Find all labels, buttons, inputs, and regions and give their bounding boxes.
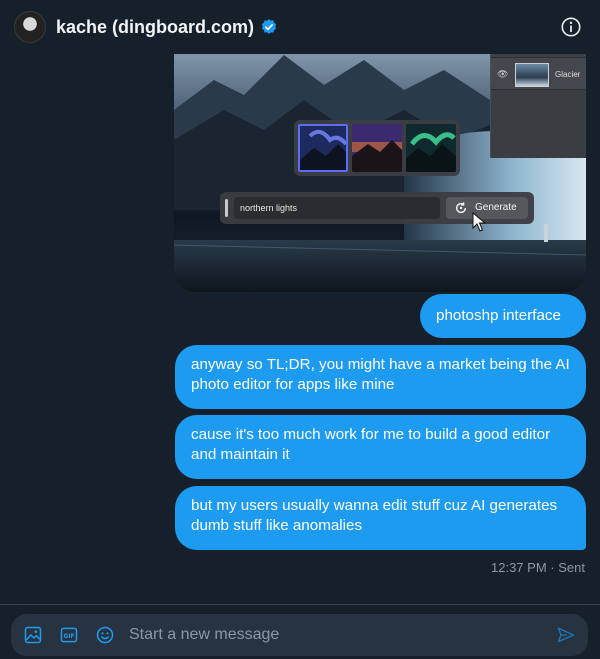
message-input[interactable]	[129, 614, 529, 656]
avatar[interactable]	[14, 11, 46, 43]
variation-thumbnail[interactable]	[406, 124, 456, 172]
variation-thumbnail[interactable]	[352, 124, 402, 172]
emoji-icon[interactable]	[95, 625, 115, 645]
verified-badge-icon	[261, 19, 277, 34]
message-bubble[interactable]: but my users usually wanna edit stuff cu…	[175, 486, 586, 550]
send-icon[interactable]	[556, 625, 576, 645]
layer-thumbnail	[515, 63, 549, 87]
message-bubble[interactable]: anyway so TL;DR, you might have a market…	[175, 345, 586, 409]
variation-thumbnail[interactable]	[298, 124, 348, 172]
layer-row-glacier[interactable]: 👁 Glacier	[491, 58, 586, 90]
layer-label: Glacier	[555, 70, 581, 79]
media-icon[interactable]	[23, 625, 43, 645]
message-bubble[interactable]: photoshp interface	[420, 294, 586, 338]
separator: ·	[550, 560, 555, 575]
prompt-input[interactable]: northern lights	[234, 197, 440, 219]
message-status: 12:37 PM · Sent	[491, 560, 585, 575]
generate-icon	[455, 202, 467, 214]
gif-icon[interactable]: GIF	[59, 625, 79, 645]
info-icon[interactable]	[560, 16, 582, 38]
image-message[interactable]: 👁 Glacier northern lights Generate	[174, 40, 586, 292]
sent-status: Sent	[558, 560, 585, 575]
svg-text:GIF: GIF	[64, 634, 75, 640]
message-time: 12:37 PM	[491, 560, 547, 575]
variation-thumbnails	[294, 120, 460, 176]
composer-bar: GIF	[0, 604, 600, 659]
composer: GIF	[11, 614, 588, 656]
mouse-cursor-icon	[472, 212, 487, 232]
contact-name[interactable]: kache (dingboard.com)	[56, 17, 254, 38]
drag-handle[interactable]	[225, 199, 228, 217]
conversation-header: kache (dingboard.com)	[0, 0, 600, 54]
layers-panel: 👁 Glacier	[490, 40, 586, 158]
eye-icon[interactable]: 👁	[497, 69, 508, 80]
message-bubble[interactable]: cause it's too much work for me to build…	[175, 415, 586, 479]
